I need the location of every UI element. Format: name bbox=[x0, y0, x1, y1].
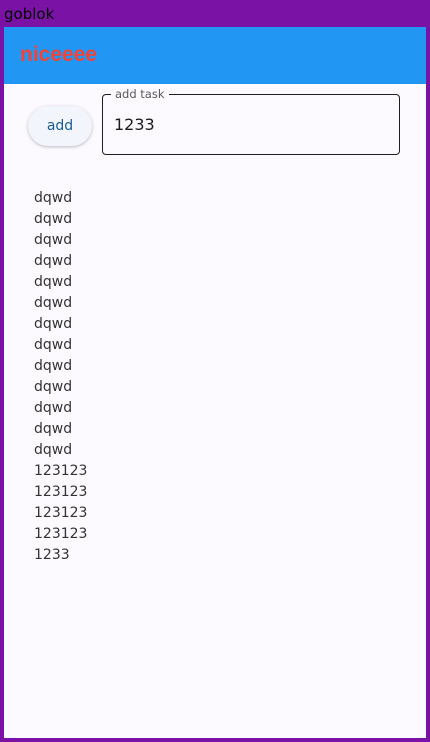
task-item: dqwd bbox=[34, 274, 73, 290]
add-button[interactable]: add bbox=[28, 106, 92, 146]
task-item: dqwd bbox=[34, 400, 73, 416]
task-item: dqwd bbox=[34, 316, 73, 332]
task-item: 123123 bbox=[34, 526, 88, 542]
task-item: dqwd bbox=[34, 337, 73, 353]
task-item: 123123 bbox=[34, 505, 88, 521]
add-task-field-label: add task bbox=[111, 87, 169, 101]
task-item: dqwd bbox=[34, 211, 73, 227]
app-bar: niceeee bbox=[4, 27, 426, 84]
add-task-field[interactable]: add task 1233 bbox=[102, 87, 400, 155]
task-list: dqwd dqwd dqwd dqwd dqwd dqwd dqwd dqwd dqwd dqwd… bbox=[34, 188, 87, 566]
task-item: 123123 bbox=[34, 463, 88, 479]
task-item: dqwd bbox=[34, 232, 73, 248]
task-item: dqwd bbox=[34, 295, 73, 311]
task-item: dqwd bbox=[34, 421, 73, 437]
add-task-input[interactable]: 1233 bbox=[114, 115, 155, 135]
app-title: niceeee bbox=[20, 43, 98, 66]
task-item: 123123 bbox=[34, 484, 88, 500]
window-title: goblok bbox=[4, 5, 55, 23]
task-item: dqwd bbox=[34, 190, 73, 206]
app-frame: niceeee add add task 1233 dqwd dqwd dqwd dq… bbox=[4, 27, 426, 738]
app-window: { "window": { "title": "goblok" }, "app_… bbox=[0, 0, 430, 742]
task-item: dqwd bbox=[34, 253, 73, 269]
task-item: dqwd bbox=[34, 379, 73, 395]
task-item: dqwd bbox=[34, 442, 73, 458]
task-item: dqwd bbox=[34, 358, 73, 374]
task-item: 1233 bbox=[34, 547, 70, 563]
